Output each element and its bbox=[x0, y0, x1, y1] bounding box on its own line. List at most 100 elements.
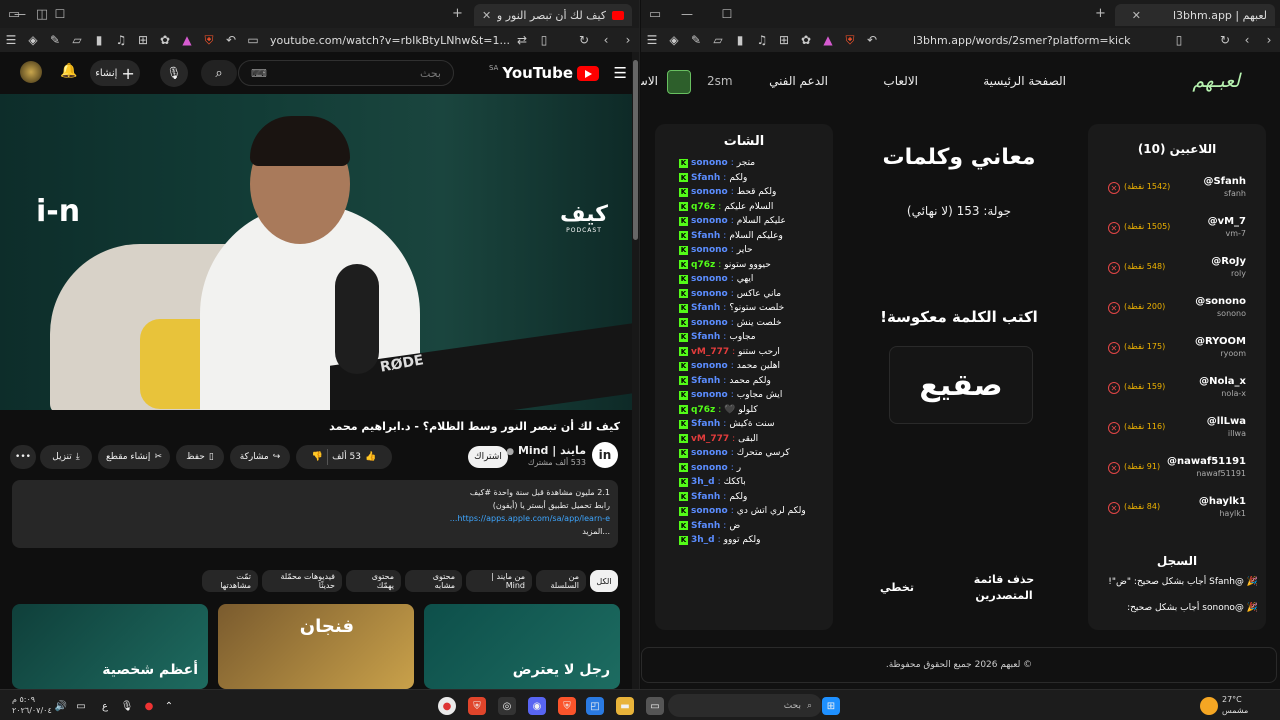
site-logo[interactable]: لعبـهم bbox=[1192, 70, 1240, 92]
chrome-icon[interactable]: ● bbox=[438, 697, 456, 715]
brave-nightly-icon[interactable]: ⛨ bbox=[468, 697, 486, 715]
chip-similar[interactable]: محتوى مشابه bbox=[405, 570, 462, 592]
recommended-video-2[interactable]: فنجان bbox=[218, 604, 414, 689]
search-input[interactable]: بحث ⌨ bbox=[238, 60, 454, 86]
back-icon[interactable]: ‹ bbox=[1236, 28, 1258, 52]
aria-icon[interactable]: ▲ bbox=[817, 28, 839, 52]
aria-icon[interactable]: ▲ bbox=[176, 28, 198, 52]
chat-username[interactable]: Sfanh bbox=[691, 492, 720, 502]
nav-games[interactable]: الالعاب bbox=[883, 74, 918, 88]
close-tab-icon[interactable]: ✕ bbox=[482, 9, 491, 22]
chat-username[interactable]: sonono bbox=[691, 187, 728, 197]
channel-avatar[interactable]: in bbox=[592, 442, 618, 468]
chat-username[interactable]: sonono bbox=[691, 245, 728, 255]
sidebar-icon[interactable]: ▮ bbox=[729, 28, 751, 52]
chat-username[interactable]: Sfanh bbox=[691, 332, 720, 342]
streamer-name[interactable]: 2sm bbox=[707, 74, 733, 88]
app-icon[interactable]: ◎ bbox=[498, 697, 516, 715]
chat-username[interactable]: Sfanh bbox=[691, 376, 720, 386]
notifications-bell-icon[interactable]: 🔔 bbox=[60, 63, 77, 79]
maximize-icon[interactable]: ☐ bbox=[40, 0, 80, 28]
task-view-icon[interactable]: ▭ bbox=[646, 697, 664, 715]
clear-leaderboard-button[interactable]: حذف قائمة المتصدرين bbox=[959, 572, 1049, 604]
user-avatar[interactable] bbox=[20, 61, 42, 83]
language-indicator[interactable]: ع bbox=[96, 697, 114, 715]
system-clock[interactable]: ٥:٠٩ م ٢٠٢٦/٠٧/٠٤ bbox=[12, 694, 52, 716]
chat-username[interactable]: Sfanh bbox=[691, 173, 720, 183]
chat-username[interactable]: Sfanh bbox=[691, 303, 720, 313]
bookmark-icon[interactable]: ▱ bbox=[66, 28, 88, 52]
youtube-logo[interactable]: SA YouTube bbox=[489, 64, 599, 82]
keyboard-icon[interactable]: ⌨ bbox=[251, 67, 267, 80]
chat-username[interactable]: Sfanh bbox=[691, 521, 720, 531]
bookmark-page-icon[interactable]: ▯ bbox=[533, 28, 555, 52]
brave-icon[interactable]: ⛨ bbox=[558, 697, 576, 715]
volume-icon[interactable]: 🔊 bbox=[52, 697, 70, 715]
chat-username[interactable]: sonono bbox=[691, 463, 728, 473]
translate-icon[interactable]: ⇄ bbox=[511, 28, 533, 52]
chat-username[interactable]: 3h_d bbox=[691, 535, 715, 545]
minimize-icon[interactable]: — bbox=[667, 0, 707, 28]
skip-button[interactable]: تخطي bbox=[867, 580, 927, 596]
file-explorer-icon[interactable]: ▬ bbox=[616, 697, 634, 715]
like-button[interactable]: 👍 53 ألف bbox=[332, 452, 376, 462]
forward-icon[interactable]: › bbox=[617, 28, 639, 52]
network-icon[interactable]: ▭ bbox=[72, 697, 90, 715]
chat-username[interactable]: sonono bbox=[691, 289, 728, 299]
chat-username[interactable]: sonono bbox=[691, 361, 728, 371]
chat-username[interactable]: Sfanh bbox=[691, 231, 720, 241]
scrollbar-thumb[interactable] bbox=[633, 60, 638, 240]
remove-player-icon[interactable]: ✕ bbox=[1108, 302, 1120, 314]
new-tab-button[interactable]: + bbox=[452, 6, 463, 21]
pin-icon[interactable]: ✎ bbox=[44, 28, 66, 52]
hamburger-menu-icon[interactable]: ☰ bbox=[614, 64, 627, 82]
create-button[interactable]: + إنشاء bbox=[90, 60, 140, 86]
nav-home[interactable]: الصفحة الرئيسية bbox=[983, 74, 1066, 88]
pin-icon[interactable]: ✎ bbox=[685, 28, 707, 52]
menu-icon[interactable]: ☰ bbox=[0, 28, 22, 52]
close-tab-icon[interactable]: ✕ bbox=[1132, 9, 1141, 22]
chat-username[interactable]: sonono bbox=[691, 158, 728, 168]
tab-l3bhm[interactable]: لعبهم | l3bhm.app ✕ bbox=[1115, 4, 1275, 26]
share-button[interactable]: ↪ مشاركة bbox=[230, 445, 290, 469]
bookmark-page-icon[interactable]: ▯ bbox=[1168, 28, 1190, 52]
remove-player-icon[interactable]: ✕ bbox=[1108, 422, 1120, 434]
weather-widget[interactable]: 27°C مشمس bbox=[1222, 694, 1248, 716]
taskbar-search[interactable]: ⌕ بحث bbox=[668, 694, 822, 717]
recommended-video-1[interactable]: رجل لا يعترض bbox=[424, 604, 620, 689]
store-icon[interactable]: ◰ bbox=[586, 697, 604, 715]
description-link[interactable]: https://apps.apple.com/sa/app/learn-e... bbox=[20, 512, 610, 525]
windows-start-icon[interactable]: ⊞ bbox=[822, 697, 840, 715]
remove-player-icon[interactable]: ✕ bbox=[1108, 182, 1120, 194]
screenshot-icon[interactable]: ⊞ bbox=[773, 28, 795, 52]
recommended-video-3[interactable]: أعظم شخصية bbox=[12, 604, 208, 689]
remove-player-icon[interactable]: ✕ bbox=[1108, 502, 1120, 514]
music-icon[interactable]: ♫ bbox=[110, 28, 132, 52]
recording-icon[interactable]: ● bbox=[140, 697, 158, 715]
music-icon[interactable]: ♫ bbox=[751, 28, 773, 52]
remove-player-icon[interactable]: ✕ bbox=[1108, 262, 1120, 274]
chat-username[interactable]: sonono bbox=[691, 506, 728, 516]
remove-player-icon[interactable]: ✕ bbox=[1108, 382, 1120, 394]
chip-all[interactable]: الكل bbox=[590, 570, 618, 592]
more-actions-button[interactable]: ••• bbox=[10, 445, 36, 469]
chip-series[interactable]: من السلسلة bbox=[536, 570, 586, 592]
chat-username[interactable]: sonono bbox=[691, 274, 728, 284]
refresh-icon[interactable]: ↻ bbox=[1214, 28, 1236, 52]
chat-username[interactable]: Sfanh bbox=[691, 419, 720, 429]
show-hidden-icons-icon[interactable]: ⌃ bbox=[160, 697, 178, 715]
remove-player-icon[interactable]: ✕ bbox=[1108, 222, 1120, 234]
refresh-icon[interactable]: ↻ bbox=[573, 28, 595, 52]
chat-username[interactable]: sonono bbox=[691, 216, 728, 226]
reload-history-icon[interactable]: ↶ bbox=[220, 28, 242, 52]
new-tab-button[interactable]: + bbox=[1095, 6, 1106, 21]
extensions-icon[interactable]: ✿ bbox=[154, 28, 176, 52]
streamer-avatar[interactable] bbox=[667, 70, 691, 94]
microphone-icon[interactable]: 🎙 bbox=[118, 697, 136, 715]
download-button[interactable]: ⤓ تنزيل bbox=[40, 445, 92, 469]
video-player[interactable]: RØDE RØDE i‑n كيف PODCAST bbox=[0, 94, 632, 410]
nav-support[interactable]: الدعم الفني bbox=[769, 74, 828, 88]
chat-username[interactable]: sonono bbox=[691, 448, 728, 458]
chip-recent[interactable]: فيديوهات محمّلة حديثًا bbox=[262, 570, 342, 592]
nav-truncated[interactable]: الاس bbox=[641, 74, 658, 88]
